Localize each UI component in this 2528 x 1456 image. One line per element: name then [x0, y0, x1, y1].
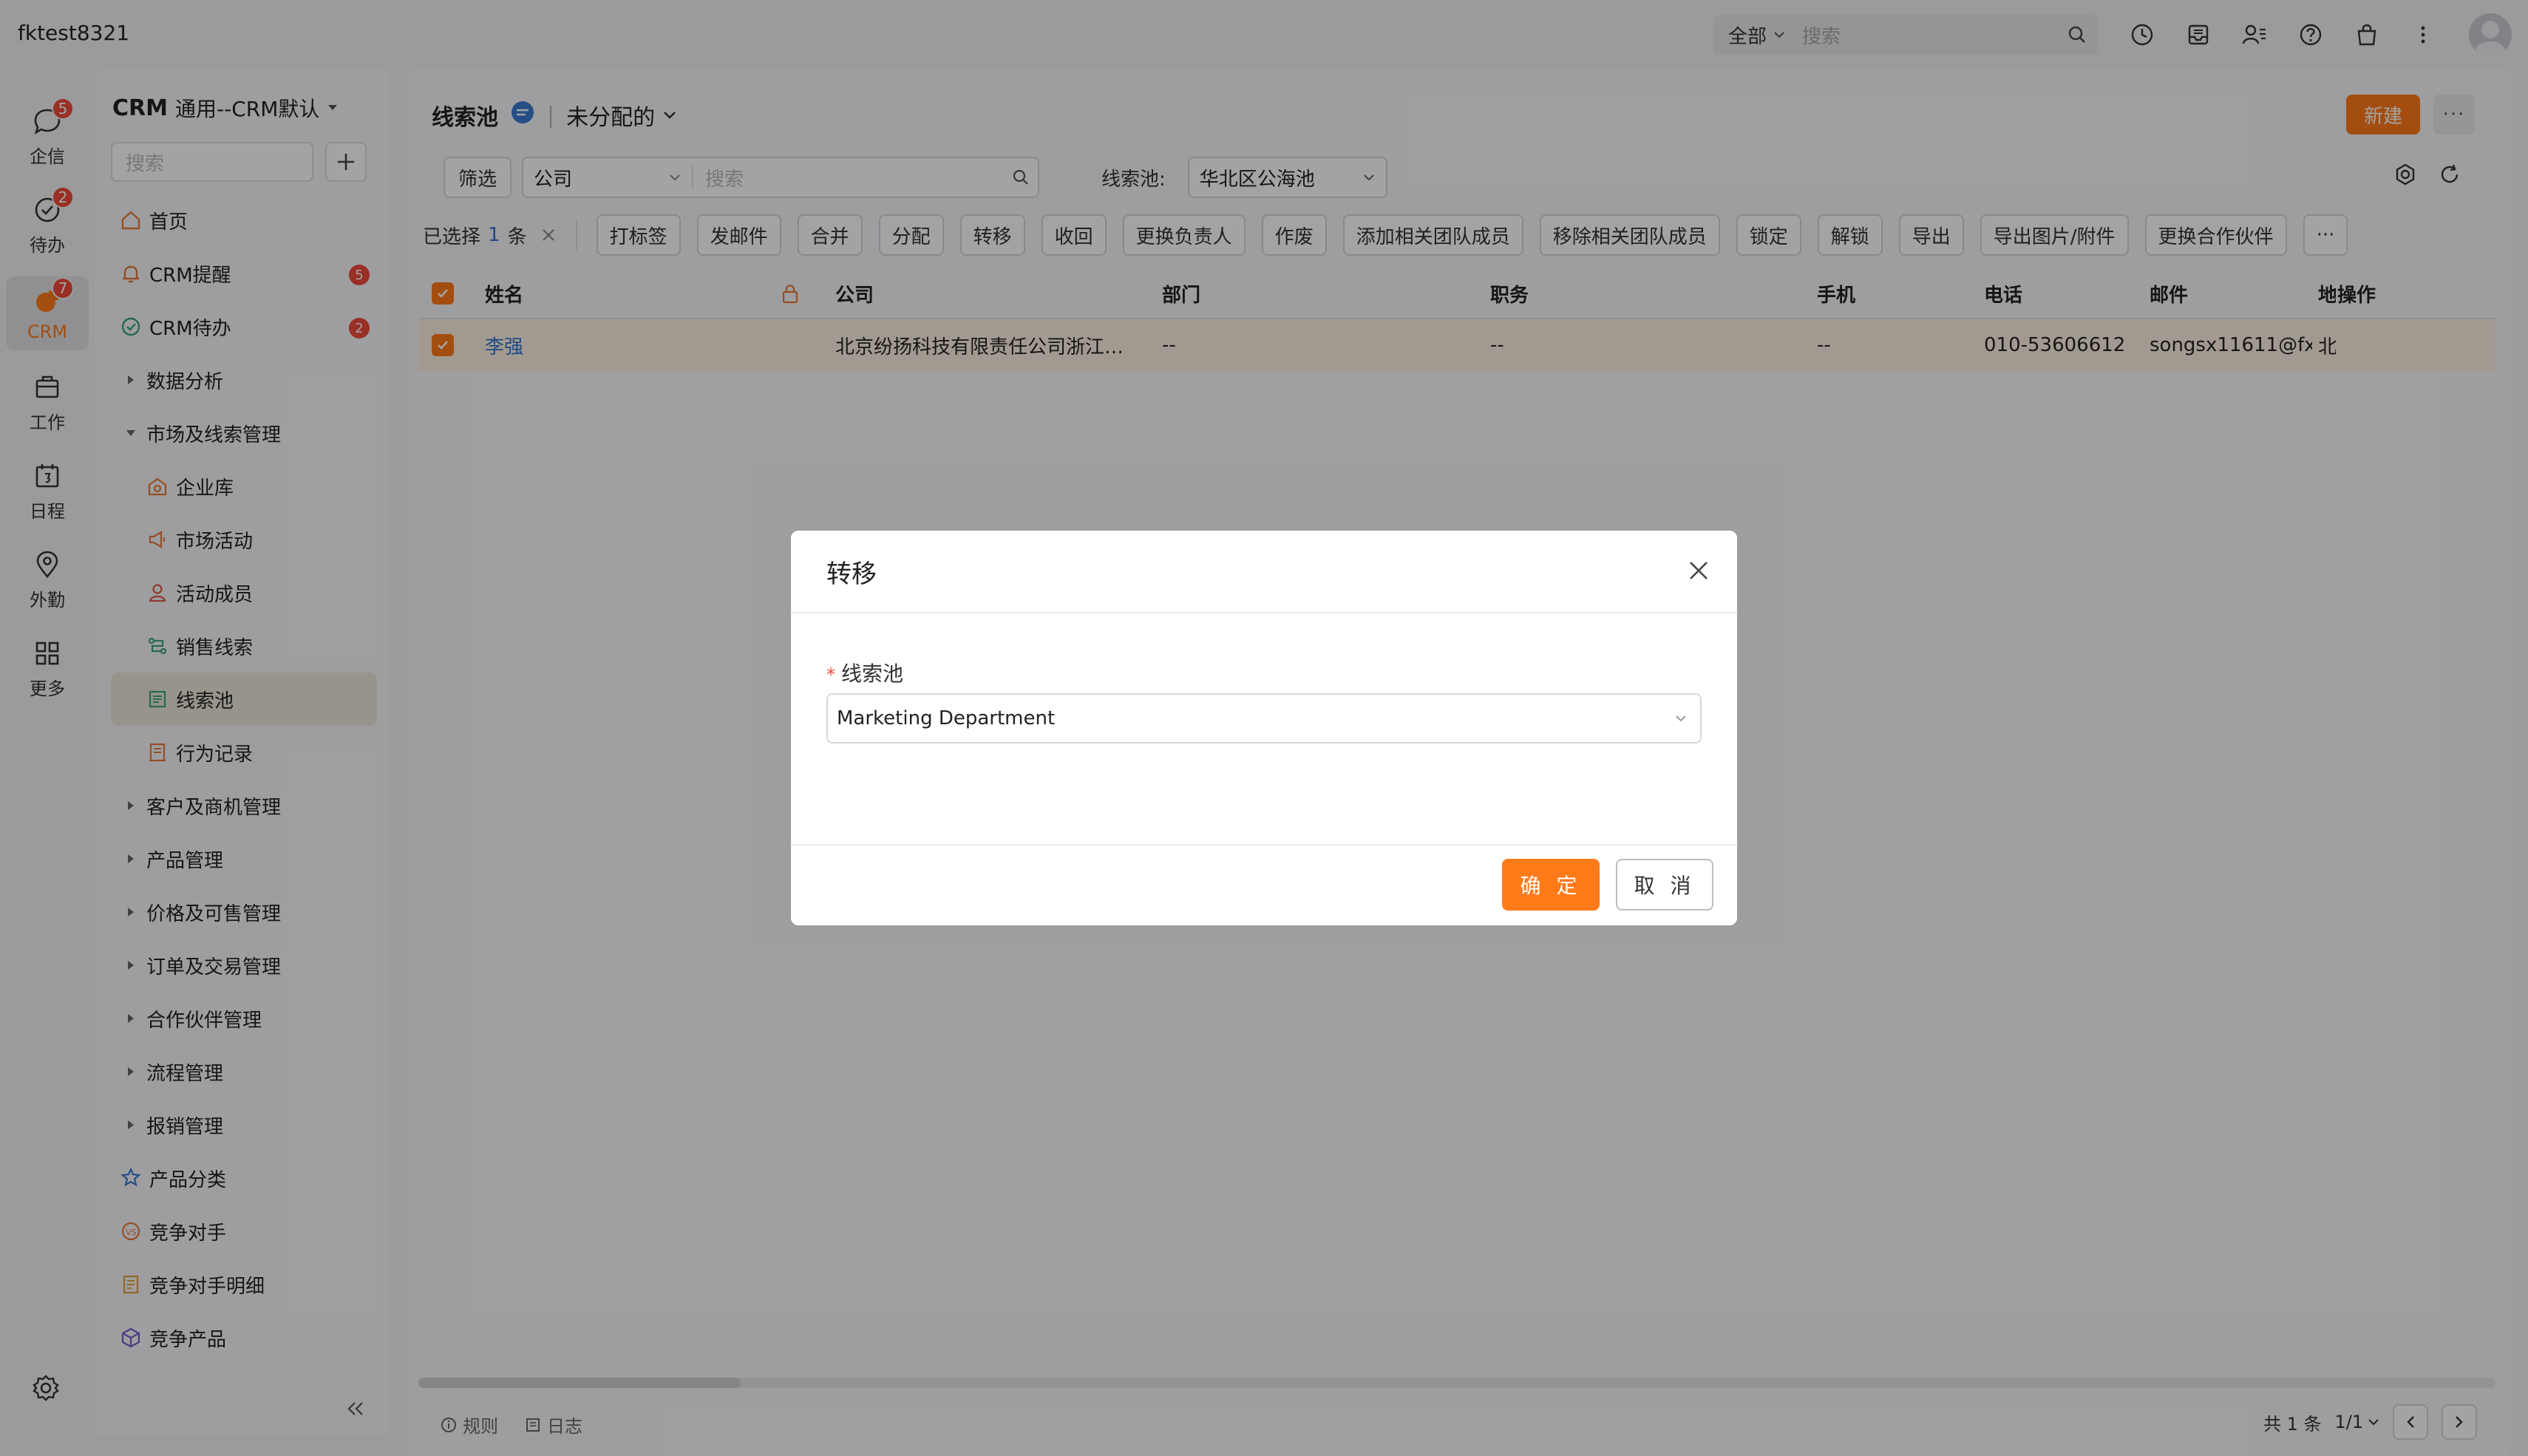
pool-field-label-text: 线索池: [841, 661, 904, 686]
dialog-footer: 确 定 取 消: [791, 844, 1737, 925]
dialog-header: 转移: [791, 531, 1737, 613]
cancel-button[interactable]: 取 消: [1616, 859, 1713, 911]
pool-field-select[interactable]: Marketing Department: [826, 693, 1702, 744]
transfer-dialog: 转移 * 线索池 Marketing Department 确 定 取 消: [791, 531, 1737, 925]
close-icon[interactable]: [1682, 554, 1715, 587]
pool-field-value: Marketing Department: [837, 707, 1056, 729]
pool-field-label: * 线索池: [826, 658, 903, 687]
chevron-down-icon: [1676, 715, 1686, 722]
dialog-title: 转移: [826, 559, 877, 589]
dialog-body: * 线索池 Marketing Department: [791, 613, 1737, 844]
confirm-button[interactable]: 确 定: [1502, 859, 1600, 911]
required-mark: *: [826, 664, 835, 685]
